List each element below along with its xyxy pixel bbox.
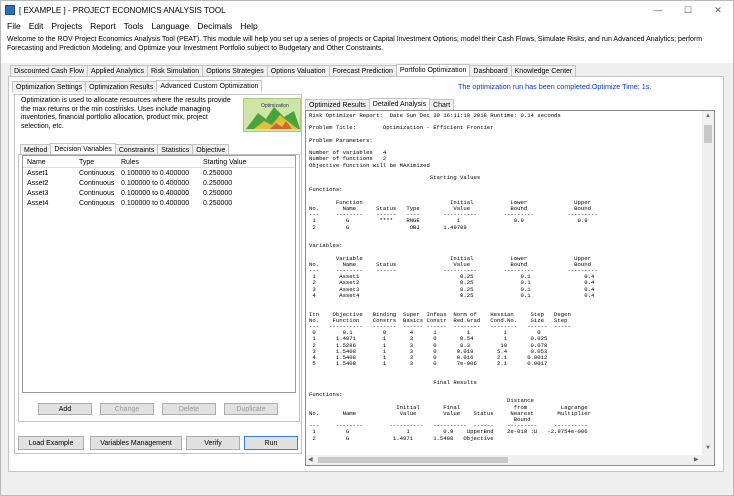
cell-rules: 0.100000 to 0.400000 [121,180,190,187]
cell-type: Continuous [79,200,115,207]
menu-decimals[interactable]: Decimals [197,21,232,31]
status-message: The optimization run has been completed.… [458,82,652,91]
cell-type: Continuous [79,180,115,187]
delete-button[interactable]: Delete [162,403,216,415]
col-type-header[interactable]: Type [79,158,94,168]
menu-report[interactable]: Report [90,21,116,31]
tab-optimization-settings[interactable]: Optimization Settings [12,81,87,92]
cell-starting-value: 0.250000 [203,190,233,197]
vertical-scrollbar[interactable]: ▲ ▼ [702,111,714,455]
tab-advanced-custom-optimization[interactable]: Advanced Custom Optimization [156,80,263,92]
col-name-header[interactable]: Name [27,158,46,168]
cell-type: Continuous [79,170,115,177]
window-title: [ EXAMPLE ] - PROJECT ECONOMICS ANALYSIS… [19,5,226,15]
tab-chart[interactable]: Chart [429,99,455,110]
main-tab-strip: Discounted Cash Flow Applied Analytics R… [0,64,734,76]
cell-starting-value: 0.250000 [203,170,233,177]
tab-options-valuation[interactable]: Options Valuation [266,65,330,76]
table-row[interactable]: Asset1 Continuous 0.100000 to 0.400000 0… [23,169,295,179]
table-row[interactable]: Asset4 Continuous 0.100000 to 0.400000 0… [23,199,295,209]
cell-rules: 0.100000 to 0.400000 [121,200,190,207]
description-text: Optimization is used to allocate resourc… [21,97,231,130]
report-text: Risk Optimizer Report: Date Sun Dec 30 1… [309,113,598,442]
cell-rules: 0.100000 to 0.400000 [121,190,190,197]
results-tab-strip: Optimized Results Detailed Analysis Char… [305,98,455,110]
cell-starting-value: 0.250000 [203,200,233,207]
menu-help[interactable]: Help [240,21,257,31]
col-rules-header[interactable]: Rules [121,158,139,168]
menu-projects[interactable]: Projects [51,21,82,31]
tab-applied-analytics[interactable]: Applied Analytics [87,65,148,76]
close-button[interactable]: ✕ [703,1,733,19]
variables-management-button[interactable]: Variables Management [90,436,182,450]
table-row[interactable]: Asset3 Continuous 0.100000 to 0.400000 0… [23,189,295,199]
tab-forecast-prediction[interactable]: Forecast Prediction [328,65,397,76]
cell-rules: 0.100000 to 0.400000 [121,170,190,177]
col-starting-value-header[interactable]: Starting Value [203,158,246,168]
scroll-down-icon[interactable]: ▼ [705,445,711,451]
detailed-analysis-report: Risk Optimizer Report: Date Sun Dec 30 1… [305,110,715,466]
tab-detailed-analysis[interactable]: Detailed Analysis [368,98,431,110]
grid-header: Name Type Rules Starting Value [23,158,295,168]
menu-language[interactable]: Language [151,21,189,31]
load-example-button[interactable]: Load Example [18,436,84,450]
duplicate-button[interactable]: Duplicate [224,403,278,415]
scroll-left-icon[interactable]: ◀ [308,456,313,463]
tab-options-strategies[interactable]: Options Strategies [202,65,268,76]
menu-file[interactable]: File [7,21,21,31]
menu-edit[interactable]: Edit [29,21,44,31]
maximize-button[interactable]: ☐ [673,1,703,19]
cell-name: Asset4 [27,200,49,207]
tab-dashboard[interactable]: Dashboard [469,65,512,76]
tab-risk-simulation[interactable]: Risk Simulation [146,65,204,76]
sub-tab-strip: Optimization Settings Optimization Resul… [12,80,263,92]
optimization-logo: Optimization [243,98,301,132]
tab-knowledge-center[interactable]: Knowledge Center [510,65,577,76]
run-button[interactable]: Run [244,436,298,450]
scroll-up-icon[interactable]: ▲ [705,113,711,119]
cell-starting-value: 0.250000 [203,180,233,187]
table-row[interactable]: Asset2 Continuous 0.100000 to 0.400000 0… [23,179,295,189]
minimize-button[interactable]: — [643,1,673,19]
menu-tools[interactable]: Tools [124,21,144,31]
decision-variables-grid: Name Type Rules Starting Value Asset1 Co… [22,155,296,393]
vertical-scroll-thumb[interactable] [704,125,712,143]
verify-button[interactable]: Verify [186,436,240,450]
cell-name: Asset3 [27,190,49,197]
app-icon [5,5,15,15]
tab-discounted-cash-flow[interactable]: Discounted Cash Flow [10,65,89,76]
change-button[interactable]: Change [100,403,154,415]
tab-optimization-results[interactable]: Optimization Results [85,81,158,92]
scroll-right-icon[interactable]: ▶ [694,456,699,463]
intro-text: Welcome to the ROV Project Economics Ana… [1,33,733,63]
add-button[interactable]: Add [38,403,92,415]
menu-bar: File Edit Projects Report Tools Language… [1,19,733,33]
logo-label: Optimization [261,103,289,109]
cell-name: Asset2 [27,180,49,187]
cell-name: Asset1 [27,170,49,177]
tab-portfolio-optimization[interactable]: Portfolio Optimization [395,64,471,76]
title-bar: [ EXAMPLE ] - PROJECT ECONOMICS ANALYSIS… [1,1,733,19]
cell-type: Continuous [79,190,115,197]
horizontal-scroll-thumb[interactable] [318,457,508,463]
tab-optimized-results[interactable]: Optimized Results [305,99,370,110]
horizontal-scrollbar[interactable]: ◀ ▶ [306,455,714,465]
